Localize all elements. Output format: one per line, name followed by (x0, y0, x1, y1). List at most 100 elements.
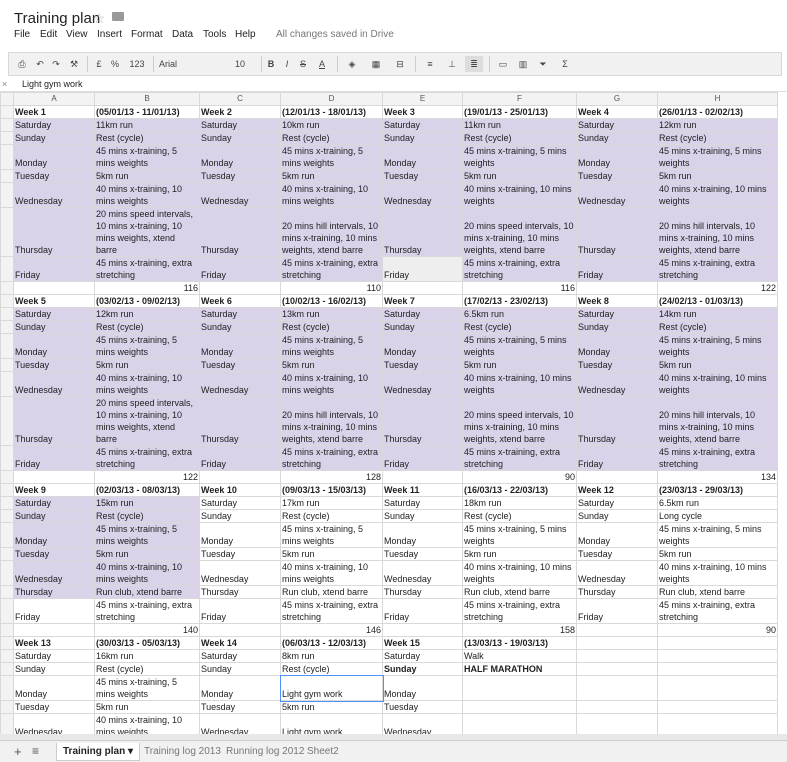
cell[interactable]: (09/03/13 - 15/03/13) (280, 483, 383, 497)
cell[interactable]: (30/03/13 - 05/03/13) (94, 636, 200, 650)
row-number[interactable] (0, 547, 14, 561)
cell[interactable]: 18km run (462, 496, 577, 510)
cell[interactable]: Sunday (13, 320, 95, 334)
cell[interactable]: (06/03/13 - 12/03/13) (280, 636, 383, 650)
cell[interactable]: 11km run (94, 118, 200, 132)
cell[interactable]: 12km run (657, 118, 778, 132)
column-header-e[interactable]: E (382, 92, 463, 106)
cell[interactable]: (26/01/13 - 02/02/13) (657, 105, 778, 119)
cell[interactable]: Wednesday (382, 713, 463, 734)
font-size-dropdown[interactable]: 10 (223, 56, 257, 72)
cell[interactable]: Friday (199, 256, 281, 282)
row-number[interactable] (0, 333, 14, 359)
cell[interactable]: Thursday (576, 207, 658, 257)
cell[interactable]: Tuesday (382, 169, 463, 183)
cell[interactable]: Week 3 (382, 105, 463, 119)
row-number[interactable] (0, 662, 14, 676)
cell[interactable]: 128 (280, 470, 383, 484)
cell[interactable]: Rest (cycle) (94, 131, 200, 145)
cell[interactable]: Friday (576, 445, 658, 471)
cell[interactable]: Tuesday (382, 358, 463, 372)
cell[interactable] (462, 700, 577, 714)
cell[interactable]: Week 10 (199, 483, 281, 497)
cell[interactable]: 40 mins x-training, 10 mins weights (94, 371, 200, 397)
cell[interactable]: (16/03/13 - 22/03/13) (462, 483, 577, 497)
cell[interactable]: Monday (382, 144, 463, 170)
cell[interactable]: Tuesday (382, 547, 463, 561)
number-format-dropdown[interactable]: 123 (125, 56, 149, 72)
cell[interactable]: 5km run (94, 547, 200, 561)
column-header-g[interactable]: G (576, 92, 658, 106)
row-number[interactable] (0, 496, 14, 510)
cell[interactable]: Wednesday (13, 182, 95, 208)
row-number[interactable] (0, 320, 14, 334)
cell[interactable]: 20 mins hill intervals, 10 mins x-traini… (657, 207, 778, 257)
percent-format-button[interactable]: % (109, 56, 121, 72)
cell[interactable]: Saturday (199, 496, 281, 510)
cell[interactable]: 45 mins x-training, 5 mins weights (657, 522, 778, 548)
tab-training-plan[interactable]: Training plan ▾ (56, 743, 141, 761)
cell[interactable]: Saturday (13, 118, 95, 132)
cell[interactable]: 20 mins hill intervals, 10 mins x-traini… (657, 396, 778, 446)
cell[interactable]: Sunday (13, 662, 95, 676)
cell[interactable]: 20 mins speed intervals, 10 mins x-train… (94, 396, 200, 446)
cell[interactable]: 17km run (280, 496, 383, 510)
align-left-icon[interactable]: ≡ (421, 56, 439, 72)
cell[interactable]: Wednesday (13, 713, 95, 734)
cell[interactable]: Sunday (382, 662, 463, 676)
cell[interactable]: 45 mins x-training, 5 mins weights (280, 144, 383, 170)
cell[interactable]: Sunday (199, 131, 281, 145)
cell[interactable]: 45 mins x-training, 5 mins weights (94, 333, 200, 359)
cell[interactable]: 45 mins x-training, 5 mins weights (94, 522, 200, 548)
row-number[interactable] (0, 169, 14, 183)
cell[interactable] (382, 623, 463, 637)
cell[interactable] (13, 623, 95, 637)
cell[interactable]: Week 13 (13, 636, 95, 650)
cell[interactable]: Wednesday (199, 560, 281, 586)
cell[interactable]: 45 mins x-training, 5 mins weights (657, 144, 778, 170)
print-icon[interactable]: ⎙ (15, 56, 29, 72)
borders-icon[interactable]: ▦ (367, 56, 385, 72)
cell[interactable]: 45 mins x-training, extra stretching (462, 256, 577, 282)
cell[interactable]: 45 mins x-training, extra stretching (94, 256, 200, 282)
row-number[interactable] (0, 105, 14, 119)
cell[interactable] (576, 675, 658, 701)
cell[interactable]: Tuesday (13, 547, 95, 561)
cell[interactable]: 45 mins x-training, 5 mins weights (462, 333, 577, 359)
cell[interactable] (657, 700, 778, 714)
column-header-a[interactable]: A (13, 92, 95, 106)
formula-content[interactable]: Light gym work (22, 79, 83, 89)
cell[interactable]: 40 mins x-training, 10 mins weights (94, 560, 200, 586)
cell[interactable]: Friday (576, 256, 658, 282)
cell[interactable]: (19/01/13 - 25/01/13) (462, 105, 577, 119)
cell[interactable]: 90 (657, 623, 778, 637)
cell[interactable]: 5km run (657, 547, 778, 561)
cell[interactable]: (17/02/13 - 23/02/13) (462, 294, 577, 308)
cell[interactable]: Wednesday (13, 371, 95, 397)
cell[interactable]: 40 mins x-training, 10 mins weights (462, 560, 577, 586)
cell[interactable]: Sunday (576, 509, 658, 523)
cell[interactable]: 14km run (657, 307, 778, 321)
row-number[interactable] (0, 144, 14, 170)
cell[interactable]: Rest (cycle) (280, 662, 383, 676)
cell[interactable]: 5km run (280, 547, 383, 561)
menu-edit[interactable]: Edit (40, 29, 57, 40)
vertical-align-icon[interactable]: ⊥ (443, 56, 461, 72)
cell[interactable]: 45 mins x-training, extra stretching (657, 256, 778, 282)
row-number[interactable] (0, 307, 14, 321)
cell[interactable]: 122 (657, 281, 778, 295)
cell[interactable]: Week 4 (576, 105, 658, 119)
cell[interactable] (576, 700, 658, 714)
cell[interactable]: 12km run (94, 307, 200, 321)
cell[interactable]: Sunday (576, 131, 658, 145)
menu-format[interactable]: Format (131, 29, 163, 40)
cell[interactable]: 140 (94, 623, 200, 637)
cell[interactable]: Friday (382, 445, 463, 471)
bold-button[interactable]: B (265, 56, 277, 72)
menu-insert[interactable]: Insert (97, 29, 122, 40)
cell[interactable]: Monday (13, 144, 95, 170)
cell[interactable]: Week 1 (13, 105, 95, 119)
row-number[interactable] (0, 522, 14, 548)
cell[interactable]: Monday (13, 675, 95, 701)
cell[interactable]: 40 mins x-training, 10 mins weights (94, 713, 200, 734)
